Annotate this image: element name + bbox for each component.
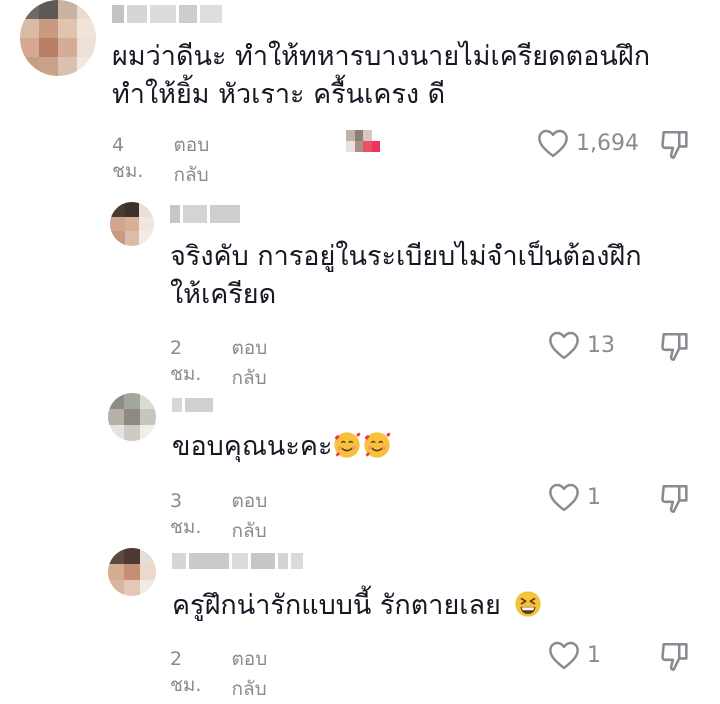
reply-button[interactable]: ตอบกลับ xyxy=(231,333,267,393)
thumbs-down-icon[interactable] xyxy=(658,640,692,674)
avatar[interactable] xyxy=(20,0,96,76)
avatar[interactable] xyxy=(108,393,156,441)
thumbs-down-icon[interactable] xyxy=(658,128,692,162)
avatar[interactable] xyxy=(110,202,154,246)
comment-time: 4 ชม. xyxy=(112,134,144,182)
smiling-face-with-hearts-emoji xyxy=(364,432,391,458)
comment-meta: 3 ชม. ตอบกลับ xyxy=(170,486,267,546)
like-count: 1,694 xyxy=(576,130,639,156)
heart-outline-icon xyxy=(549,331,579,360)
username-blurred[interactable] xyxy=(112,5,222,23)
like-count: 13 xyxy=(587,332,615,358)
comment-text: ผมว่าดีนะ ทำให้ทหารบางนายไม่เครียดตอนฝึก… xyxy=(112,41,651,110)
thumbs-down-icon[interactable] xyxy=(658,482,692,516)
sticker-thumbnail-blurred[interactable] xyxy=(346,130,380,152)
comment-time: 2 ชม. xyxy=(170,648,202,696)
comment-time: 3 ชม. xyxy=(170,490,202,538)
like-button[interactable]: 1,694 xyxy=(536,128,639,158)
thumbs-down-icon[interactable] xyxy=(658,330,692,364)
like-count: 1 xyxy=(587,484,601,510)
comment-text: จริงคับ การอยู่ในระเบียบไม่จำเป็นต้องฝึก… xyxy=(170,241,642,310)
reply-button[interactable]: ตอบกลับ xyxy=(173,130,209,190)
username-blurred[interactable] xyxy=(172,553,303,569)
like-button[interactable]: 1 xyxy=(547,482,601,512)
like-button[interactable]: 1 xyxy=(547,640,601,670)
like-count: 1 xyxy=(587,642,601,668)
username-blurred[interactable] xyxy=(170,205,240,223)
smiling-face-with-hearts-emoji xyxy=(334,432,361,458)
comment-meta: 2 ชม. ตอบกลับ xyxy=(170,644,267,704)
grinning-squinting-face-emoji xyxy=(515,591,542,617)
comment-text: ครูฝึกน่ารักแบบนี้ รักตายเลย xyxy=(172,587,543,625)
comment-time: 2 ชม. xyxy=(170,337,202,385)
reply-button[interactable]: ตอบกลับ xyxy=(231,644,267,704)
heart-outline-icon xyxy=(549,641,579,670)
like-button[interactable]: 13 xyxy=(547,330,615,360)
comment-meta: 2 ชม. ตอบกลับ xyxy=(170,333,267,393)
reply-button[interactable]: ตอบกลับ xyxy=(231,486,267,546)
heart-outline-icon xyxy=(549,483,579,512)
heart-outline-icon xyxy=(538,129,568,158)
comment-text: ขอบคุณนะคะ xyxy=(172,428,392,466)
username-blurred[interactable] xyxy=(172,398,213,412)
comment-meta: 4 ชม. ตอบกลับ xyxy=(112,130,209,190)
avatar[interactable] xyxy=(108,548,156,596)
